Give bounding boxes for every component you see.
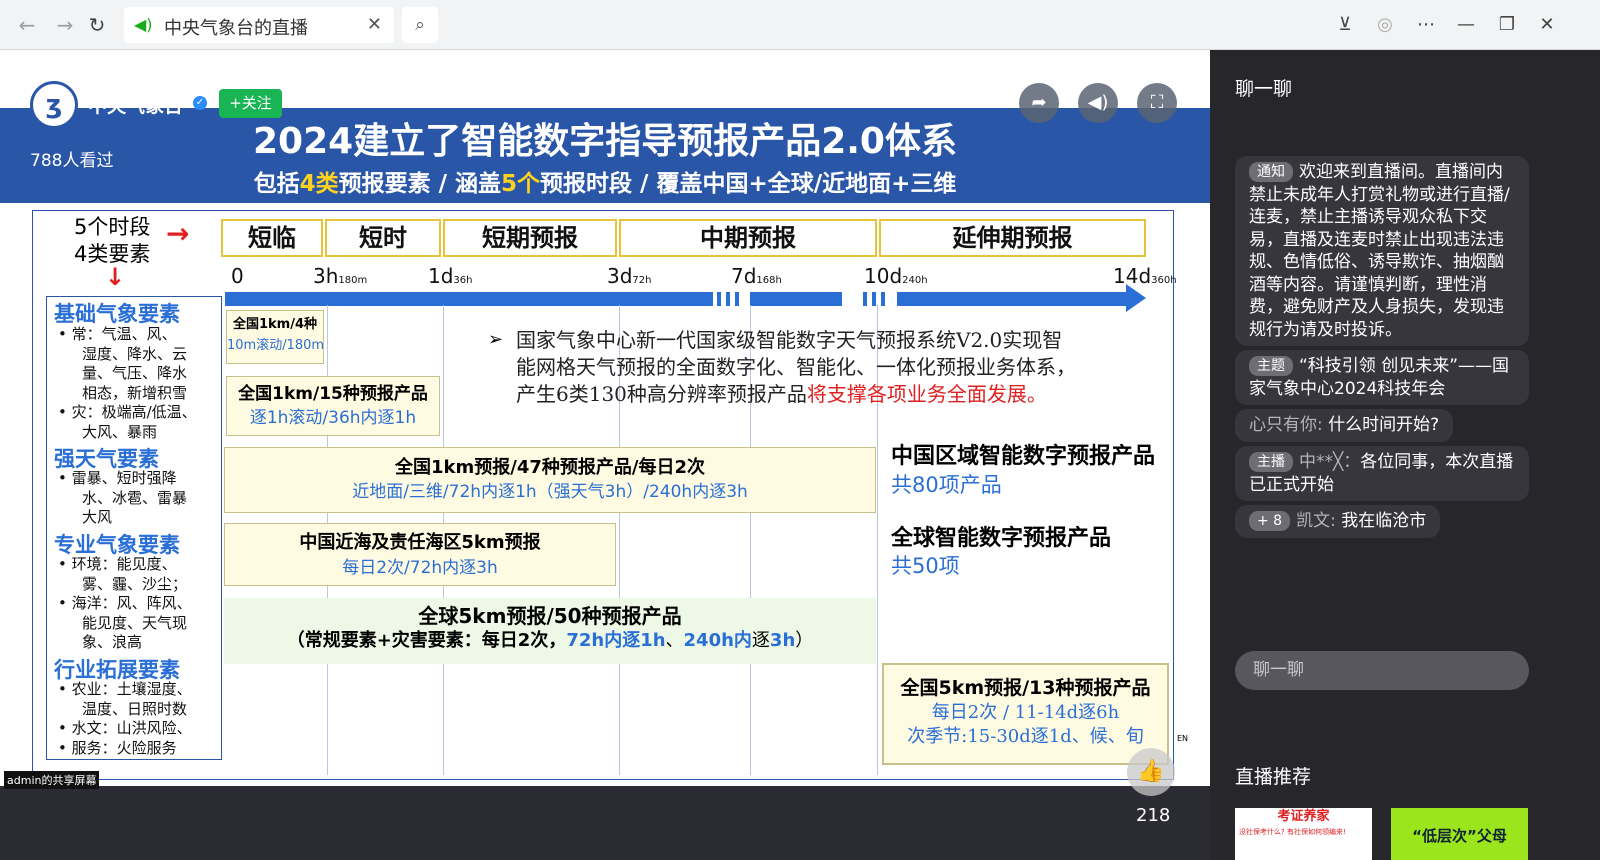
- product-box-nowcast: 全国1km/4种 10m滚动/180m: [226, 310, 324, 364]
- browser-tab[interactable]: ◀) 中央气象台的直播 ✕: [124, 7, 394, 43]
- tab-title: 中央气象台的直播: [164, 18, 308, 39]
- chat-message: 通知 欢迎来到直播间。直播间内禁止未成年人打赏礼物或进行直播/连麦，禁止主播诱导观…: [1235, 156, 1529, 346]
- regional-products-title: 中国区域智能数字预报产品: [891, 444, 1156, 469]
- chat-input[interactable]: 聊一聊: [1235, 651, 1529, 690]
- product-box-5km-13: 全国5km预报/13种预报产品 每日2次 / 11-14d逐6h 次季节:15-…: [882, 663, 1169, 765]
- phase-medium-range: 中期预报: [619, 219, 877, 257]
- phase-nowcast: 短临: [221, 219, 323, 257]
- category-items: • 环境：能见度、 雾、霾、沙尘； • 海洋：风、阵风、 能见度、天气现 象、浪高: [58, 555, 192, 651]
- product-box-1km-47: 全国1km预报/47种预报产品/每日2次 近地面/三维/72h内逐1h（强天气3…: [224, 447, 876, 513]
- browser-toolbar: ← → ↻ ◀) 中央气象台的直播 ✕ ⌕ ⊻ ◎ ⋯ — ❐ ✕: [0, 0, 1600, 50]
- recommend-card[interactable]: 考证养家 没社保考什么? 有社保如何领编来!: [1235, 808, 1372, 860]
- timeline-bar: [750, 292, 842, 306]
- viewer-count: 788人看过: [30, 151, 114, 171]
- recommend-title: 直播推荐: [1235, 766, 1312, 788]
- screen-share-label: admin的共享屏幕: [4, 771, 100, 789]
- timeline-bar: [225, 292, 713, 306]
- tick-label: 1d36h: [428, 264, 473, 288]
- product-box-offshore: 中国近海及责任海区5km预报 每日2次/72h内逐3h: [224, 523, 616, 586]
- chat-message: 心只有你: 什么时间开始?: [1235, 409, 1454, 442]
- tick-label: 7d168h: [731, 264, 782, 288]
- verified-icon: ✓: [193, 96, 207, 110]
- slide-subtitle: 包括4类预报要素 / 涵盖5个预报时段 / 覆盖中国+全球/近地面+三维: [253, 171, 957, 197]
- chat-title: 聊一聊: [1235, 78, 1293, 100]
- phase-short-range: 短期预报: [443, 219, 617, 257]
- fullscreen-icon[interactable]: ⛶: [1137, 83, 1177, 123]
- chat-panel: 聊一聊 通知 欢迎来到直播间。直播间内禁止未成年人打赏礼物或进行直播/连麦，禁止主…: [1210, 50, 1600, 860]
- tick-label: 0: [231, 264, 244, 288]
- tick-label: 3d72h: [607, 264, 652, 288]
- category-title: 基础气象要素: [54, 302, 180, 326]
- product-box-global-5km: 全球5km预报/50种预报产品 （常规要素+灾害要素：每日2次，72h内逐1h、…: [224, 598, 876, 664]
- timeline-segment: [735, 292, 739, 306]
- category-items: • 常：气温、风、 湿度、降水、云 量、气压、降水 相态，新增积雪 • 灾：极端高/低温…: [58, 325, 197, 441]
- close-tab-icon[interactable]: ✕: [367, 14, 382, 35]
- forward-icon[interactable]: →: [52, 12, 78, 38]
- regional-products-count: 共80项产品: [891, 473, 1002, 497]
- global-products-title: 全球智能数字预报产品: [891, 526, 1112, 551]
- back-icon[interactable]: ←: [14, 12, 40, 38]
- chat-message: 主题 “科技引领 创见未来”——国家气象中心2024科技年会: [1235, 350, 1529, 405]
- tick-label: 10d240h: [864, 264, 928, 288]
- more-icon[interactable]: ⋯: [1413, 12, 1439, 38]
- recommend-card[interactable]: “低层次”父母: [1391, 808, 1528, 860]
- category-items: • 农业：土壤湿度、 温度、日照时数 • 水文：山洪风险、 • 服务：火险服务: [58, 680, 192, 757]
- follow-button[interactable]: +关注: [219, 89, 282, 118]
- share-icon[interactable]: ➦: [1019, 83, 1059, 123]
- channel-name[interactable]: 中央气象台: [88, 91, 183, 118]
- timeline-arrowhead: [1126, 284, 1146, 312]
- timeline-segment: [717, 292, 721, 306]
- globe-icon[interactable]: ◎: [1372, 12, 1398, 38]
- product-box-short-time: 全国1km/15种预报产品 逐1h滚动/36h内逐1h: [226, 376, 440, 436]
- phase-extended-range: 延伸期预报: [879, 219, 1146, 257]
- global-products-count: 共50项: [891, 554, 960, 578]
- tick-label: 3h180m: [313, 264, 368, 288]
- restore-icon[interactable]: ❐: [1494, 12, 1520, 38]
- timeline-segment: [881, 292, 885, 306]
- video-stage[interactable]: 2024建立了智能数字指导预报产品2.0体系 包括4类预报要素 / 涵盖5个预报…: [0, 50, 1210, 860]
- right-arrow-icon: →: [166, 217, 190, 250]
- chat-message: 主播 中**╳：各位同事，本次直播已正式开始: [1235, 446, 1529, 501]
- search-icon[interactable]: ⌕: [402, 7, 438, 43]
- speaker-icon: ◀): [134, 15, 153, 34]
- lang-indicator: EN: [1177, 734, 1189, 743]
- chat-message: + 8 凯文: 我在临沧市: [1235, 505, 1441, 538]
- like-count: 218: [1136, 805, 1171, 826]
- channel-logo[interactable]: ʒ: [30, 81, 78, 129]
- download-icon[interactable]: ⊻: [1332, 12, 1358, 38]
- down-arrow-icon: ↓: [105, 263, 126, 291]
- volume-icon[interactable]: ◀): [1078, 83, 1118, 123]
- close-window-icon[interactable]: ✕: [1534, 12, 1560, 38]
- timeline-segment: [726, 292, 730, 306]
- category-items: • 雷暴、短时强降 水、冰雹、雷暴 大风: [58, 469, 188, 526]
- minimize-icon[interactable]: —: [1453, 12, 1479, 38]
- like-icon[interactable]: 👍: [1127, 748, 1175, 796]
- presentation-slide: 2024建立了智能数字指导预报产品2.0体系 包括4类预报要素 / 涵盖5个预报…: [0, 50, 1210, 786]
- timeline-bar: [897, 292, 1129, 306]
- periods-label: 5个时段: [74, 215, 151, 239]
- reload-icon[interactable]: ↻: [84, 12, 110, 38]
- bullet-arrow-icon: ➢: [488, 329, 504, 350]
- timeline-segment: [872, 292, 876, 306]
- phase-short-time: 短时: [325, 219, 441, 257]
- timeline-segment: [863, 292, 867, 306]
- system-note: 国家气象中心新一代国家级智能数字天气预报系统V2.0实现智 能网格天气预报的全面数…: [516, 328, 1076, 406]
